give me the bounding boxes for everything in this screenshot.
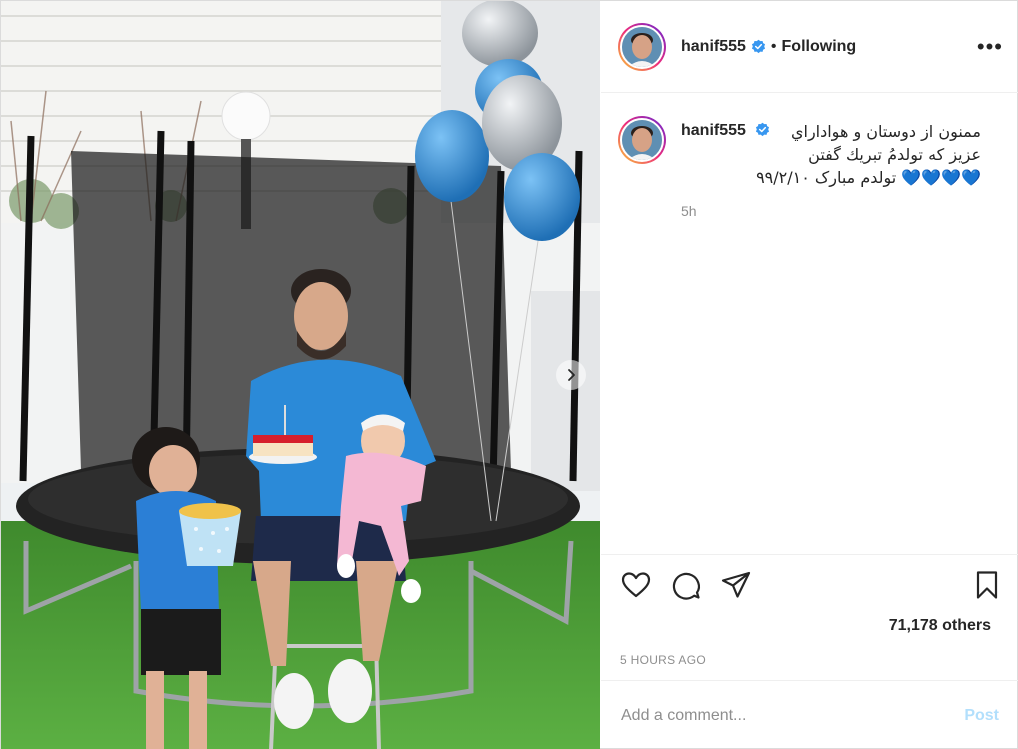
comment-input[interactable] [621, 706, 965, 725]
likes-count[interactable]: 71,178 others [889, 617, 991, 635]
chevron-right-icon [568, 369, 575, 381]
post-comment-button[interactable]: Post [964, 707, 999, 725]
caption-avatar-ring[interactable] [618, 116, 666, 164]
more-options-icon[interactable]: ••• [977, 35, 1003, 58]
post-actions: 71,178 others 5 HOURS AGO [601, 554, 1018, 680]
post-timestamp[interactable]: 5 HOURS AGO [620, 653, 706, 667]
comment-icon[interactable] [670, 569, 702, 601]
caption-time[interactable]: 5h [681, 203, 981, 219]
action-icons [620, 567, 1003, 603]
carousel-next-button[interactable] [556, 360, 586, 390]
photo-illustration [1, 1, 600, 749]
caption-username[interactable]: hanif555 [681, 122, 746, 139]
caption-line: 💙💙💙💙 تولدم مبارک ۹۹/۲/۱۰ [756, 168, 981, 187]
verified-badge-icon [756, 122, 770, 137]
avatar[interactable] [620, 118, 664, 162]
profile-avatar-ring[interactable] [618, 22, 666, 71]
comment-box: Post [601, 680, 1018, 749]
caption-row: hanif555 ممنون از دوستان و هواداراي عزيز… [618, 116, 1003, 219]
header-username[interactable]: hanif555 [681, 38, 746, 56]
post-header: hanif555 • Following ••• [601, 1, 1018, 93]
post-caption: hanif555 ممنون از دوستان و هواداراي عزيز… [601, 93, 1018, 554]
avatar-image [622, 26, 662, 67]
avatar[interactable] [620, 24, 664, 69]
header-separator: • [770, 37, 777, 55]
post-side-panel: hanif555 • Following ••• hanif555 ممنون … [601, 1, 1018, 749]
post-photo[interactable] [1, 1, 600, 749]
heart-icon[interactable] [620, 569, 652, 601]
verified-badge-icon [751, 39, 765, 54]
caption-body: hanif555 ممنون از دوستان و هواداراي عزيز… [681, 122, 981, 219]
share-icon[interactable] [720, 569, 752, 601]
caption-line: عزيز که تولدمُ تبريك گفتن [808, 145, 981, 164]
avatar-image [622, 120, 662, 160]
following-button[interactable]: Following [782, 38, 857, 56]
bookmark-icon[interactable] [971, 569, 1003, 601]
instagram-post: hanif555 • Following ••• hanif555 ممنون … [0, 0, 1018, 749]
